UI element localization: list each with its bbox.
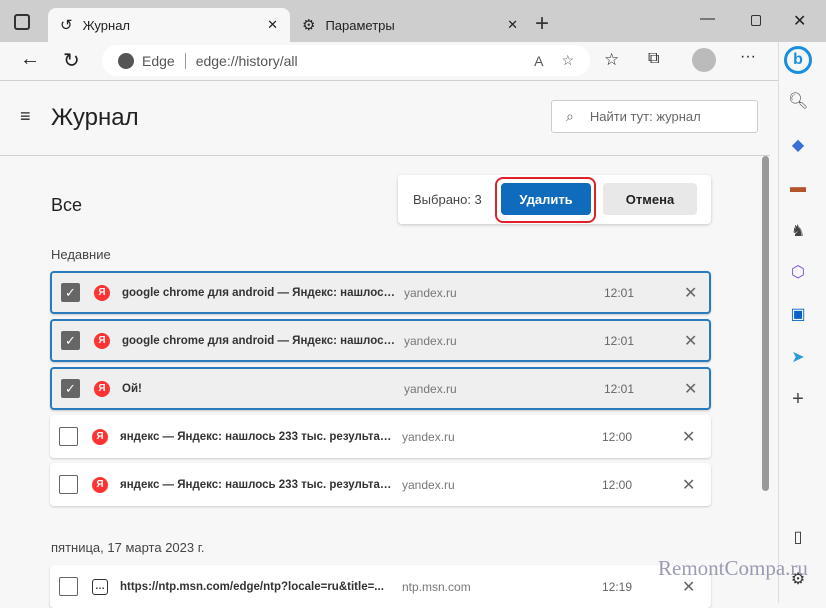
scrollbar[interactable] [762, 156, 769, 491]
add-favorite-icon[interactable]: ☆ [561, 52, 574, 69]
search-input[interactable]: ⌕ Найти тут: журнал [551, 100, 758, 133]
yandex-icon: Я [94, 284, 110, 301]
item-domain: ntp.msn.com [402, 579, 471, 594]
item-domain: yandex.ru [402, 429, 455, 444]
close-icon[interactable]: ✕ [267, 17, 278, 33]
watermark: RemontCompa.ru [658, 556, 808, 580]
yandex-icon: Я [94, 332, 110, 349]
selected-count: Выбрано: 3 [413, 192, 482, 207]
refresh-icon[interactable]: ↻ [63, 48, 80, 73]
history-icon: ↺ [60, 17, 73, 34]
item-domain: yandex.ru [404, 333, 457, 348]
group-label: Недавние [51, 247, 111, 262]
item-time: 12:01 [604, 381, 635, 396]
remove-icon[interactable]: ✕ [682, 475, 695, 495]
send-icon[interactable]: ➤ [788, 347, 808, 367]
item-time: 12:01 [604, 285, 635, 300]
avatar[interactable] [692, 48, 716, 72]
read-aloud-icon[interactable]: A [534, 53, 543, 69]
window-close-icon[interactable]: ✕ [793, 11, 806, 31]
history-item[interactable]: ✓ Я Ой! yandex.ru 12:01 ✕ [50, 367, 711, 410]
edge-logo-icon [118, 52, 134, 69]
item-domain: yandex.ru [404, 285, 457, 300]
favorites-icon[interactable]: ☆ [604, 50, 619, 70]
item-title[interactable]: Ой! [122, 383, 398, 395]
minimize-icon[interactable]: — [700, 10, 715, 27]
bing-icon[interactable]: b [784, 46, 812, 74]
checkbox[interactable] [59, 577, 78, 596]
item-title[interactable]: google chrome для android — Яндекс: нашл… [122, 287, 398, 299]
new-tab-icon[interactable]: + [535, 10, 549, 38]
item-title[interactable]: яндекс — Яндекс: нашлось 233 тыс. резуль… [120, 479, 396, 491]
history-item[interactable]: ✓ Я google chrome для android — Яндекс: … [50, 271, 711, 314]
tab-settings[interactable]: ⚙ Параметры ✕ [290, 8, 530, 42]
item-time: 12:00 [602, 429, 633, 444]
checkbox[interactable]: ✓ [61, 283, 80, 302]
item-time: 12:01 [604, 333, 635, 348]
item-domain: yandex.ru [402, 477, 455, 492]
yandex-icon: Я [92, 476, 108, 493]
search-placeholder: Найти тут: журнал [589, 109, 701, 124]
group-label: пятница, 17 марта 2023 г. [51, 540, 205, 555]
tools-icon[interactable]: ▬ [788, 179, 808, 199]
maximize-icon[interactable] [751, 15, 761, 26]
add-icon[interactable]: + [788, 388, 808, 410]
history-item[interactable]: ✓ Я google chrome для android — Яндекс: … [50, 319, 711, 362]
yandex-icon: Я [92, 428, 108, 445]
shopping-tag-icon[interactable]: ◆ [788, 135, 808, 155]
item-title[interactable]: https://ntp.msn.com/edge/ntp?locale=ru&t… [120, 581, 396, 593]
item-time: 12:19 [602, 579, 633, 594]
search-icon: ⌕ [566, 108, 574, 124]
page-title: Журнал [51, 104, 139, 131]
item-domain: yandex.ru [404, 381, 457, 396]
history-item[interactable]: Я яндекс — Яндекс: нашлось 233 тыс. резу… [50, 415, 711, 458]
games-icon[interactable]: ♞ [788, 221, 808, 241]
more-icon[interactable]: ··· [740, 48, 756, 66]
checkbox[interactable] [59, 475, 78, 494]
item-title[interactable]: google chrome для android — Яндекс: нашл… [122, 335, 398, 347]
remove-icon[interactable]: ✕ [684, 283, 697, 303]
outlook-icon[interactable]: ▣ [788, 304, 808, 324]
tab-label: Журнал [82, 17, 131, 33]
close-icon[interactable]: ✕ [507, 17, 518, 33]
history-item[interactable]: … https://ntp.msn.com/edge/ntp?locale=ru… [50, 565, 711, 608]
office-icon[interactable]: ⬡ [788, 262, 808, 282]
menu-icon[interactable]: ≡ [20, 106, 31, 127]
tab-label: Параметры [325, 17, 395, 33]
search-icon[interactable]: 🔍︎ [788, 91, 808, 111]
gear-icon: ⚙ [302, 17, 316, 34]
yandex-icon: Я [94, 380, 110, 397]
page-icon: … [92, 578, 108, 595]
item-time: 12:00 [602, 477, 633, 492]
item-title[interactable]: яндекс — Яндекс: нашлось 233 тыс. резуль… [120, 431, 396, 443]
checkbox[interactable]: ✓ [61, 379, 80, 398]
url-text: edge://history/all [195, 52, 298, 69]
section-title: Все [51, 195, 83, 215]
split-screen-icon[interactable]: ▯ [788, 527, 808, 547]
cancel-button[interactable]: Отмена [603, 183, 697, 215]
address-bar[interactable]: Edge edge://history/all A ☆ [102, 45, 590, 76]
remove-icon[interactable]: ✕ [684, 331, 697, 351]
collections-icon[interactable]: ⧉ [648, 50, 659, 68]
checkbox[interactable] [59, 427, 78, 446]
remove-icon[interactable]: ✕ [684, 379, 697, 399]
checkbox[interactable]: ✓ [61, 331, 80, 350]
tab-history[interactable]: ↺ Журнал ✕ [48, 8, 290, 42]
history-item[interactable]: Я яндекс — Яндекс: нашлось 233 тыс. резу… [50, 463, 711, 506]
delete-button[interactable]: Удалить [501, 183, 591, 215]
tab-actions-icon[interactable] [14, 14, 30, 30]
site-label: Edge [142, 52, 186, 69]
remove-icon[interactable]: ✕ [682, 427, 695, 447]
back-icon[interactable]: ← [20, 48, 40, 71]
